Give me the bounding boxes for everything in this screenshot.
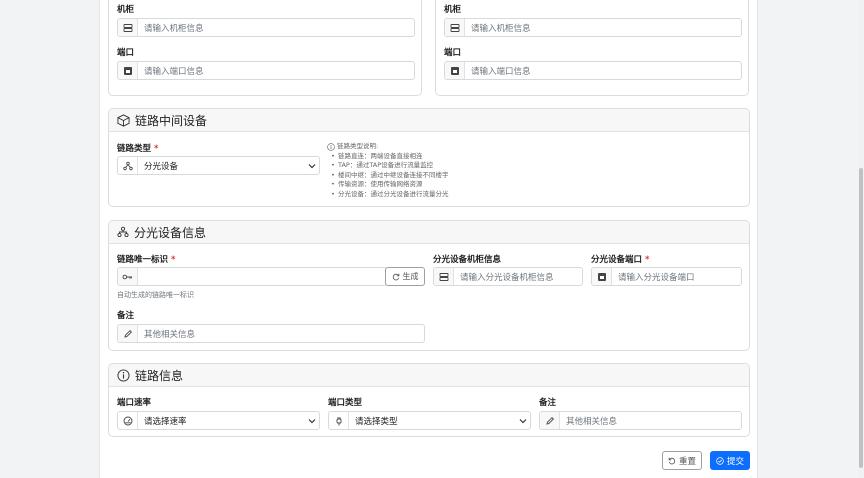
splitter-cabinet-label: 分光设备机柜信息 xyxy=(433,255,502,265)
rate-placeholder: 请选择速率 xyxy=(144,416,187,427)
server-icon xyxy=(445,19,465,36)
ethernet-icon xyxy=(118,62,138,79)
hint-item: 传输资源：使用传输网络资源 xyxy=(327,180,449,190)
required-mark: * xyxy=(171,255,176,265)
hint-item: TAP：通过TAP设备进行流量监控 xyxy=(327,161,449,171)
endpoint-a-port-input[interactable]: 请输入端口信息 xyxy=(117,61,415,80)
link-remark-input[interactable]: 其他相关信息 xyxy=(539,411,742,430)
endpoint-b-cabinet-placeholder: 请输入机柜信息 xyxy=(471,23,531,34)
hint-title-row: 链路类型说明: xyxy=(327,142,449,152)
submit-button[interactable]: 提交 xyxy=(710,451,750,470)
endpoint-b-port-label: 端口 xyxy=(444,48,462,58)
splitter-card: 分光设备信息 链路唯一标识 * 生成 自动生成的链路唯一标识 分光设备机柜信息 请… xyxy=(108,220,750,351)
key-icon xyxy=(118,268,138,285)
box-icon xyxy=(117,113,130,127)
chevron-down-icon xyxy=(516,418,530,424)
endpoint-b-port-input[interactable]: 请输入端口信息 xyxy=(444,61,742,80)
submit-label: 提交 xyxy=(726,456,744,467)
link-type-value: 分光设备 xyxy=(144,161,179,172)
splitter-cabinet-placeholder: 请输入分光设备机柜信息 xyxy=(460,272,554,283)
server-icon xyxy=(434,268,454,285)
ethernet-icon xyxy=(445,62,465,79)
uid-input[interactable] xyxy=(117,267,387,286)
splitter-remark-input[interactable]: 其他相关信息 xyxy=(117,324,425,343)
generate-label: 生成 xyxy=(402,272,419,281)
endpoint-a-cabinet-placeholder: 请输入机柜信息 xyxy=(144,23,204,34)
uid-label: 链路唯一标识 * xyxy=(117,253,175,265)
hint-item: 链路直连：两端设备直接相连 xyxy=(327,152,449,162)
endpoint-a-port-placeholder: 请输入端口信息 xyxy=(144,66,204,77)
server-icon xyxy=(118,19,138,36)
splitter-port-placeholder: 请输入分光设备端口 xyxy=(618,272,695,283)
refresh-icon xyxy=(668,457,676,464)
link-info-header: 链路信息 xyxy=(109,364,749,387)
pencil-icon xyxy=(118,325,138,342)
info-circle-icon xyxy=(327,143,335,151)
endpoint-b-card: 机柜 请输入机柜信息 端口 请输入端口信息 xyxy=(435,0,749,96)
splitter-port-label-text: 分光设备端口 xyxy=(591,255,643,265)
port-type-placeholder: 请选择类型 xyxy=(355,416,398,427)
plug-icon xyxy=(329,412,349,429)
diagram-icon xyxy=(118,157,138,174)
hint-title: 链路类型说明: xyxy=(337,142,379,150)
port-type-select[interactable]: 请选择类型 xyxy=(328,411,531,430)
endpoint-a-cabinet-label: 机柜 xyxy=(117,5,135,15)
link-info-title: 链路信息 xyxy=(135,368,184,383)
uid-help-text: 自动生成的链路唯一标识 xyxy=(117,291,194,299)
diagram-icon xyxy=(117,226,129,238)
splitter-cabinet-input[interactable]: 请输入分光设备机柜信息 xyxy=(433,267,583,286)
uid-label-text: 链路唯一标识 xyxy=(117,255,169,265)
chevron-down-icon xyxy=(305,163,319,169)
middle-device-title: 链路中间设备 xyxy=(135,113,208,128)
link-type-hint: 链路类型说明: 链路直连：两端设备直接相连 TAP：通过TAP设备进行流量监控 … xyxy=(327,142,449,200)
check-circle-icon xyxy=(716,456,724,465)
scrollbar-thumb[interactable] xyxy=(859,168,863,468)
port-type-label: 端口类型 xyxy=(328,398,363,408)
splitter-header: 分光设备信息 xyxy=(109,221,749,244)
link-remark-label: 备注 xyxy=(539,398,557,408)
rate-select[interactable]: 请选择速率 xyxy=(117,411,320,430)
rate-label: 端口速率 xyxy=(117,398,152,408)
splitter-remark-placeholder: 其他相关信息 xyxy=(144,329,196,340)
hint-list: 链路直连：两端设备直接相连 TAP：通过TAP设备进行流量监控 楼间中继：通过中… xyxy=(327,152,449,200)
required-mark: * xyxy=(645,255,650,265)
link-info-card: 链路信息 端口速率 请选择速率 端口类型 请选择类型 备注 其他相关信息 xyxy=(108,363,750,437)
splitter-remark-label: 备注 xyxy=(117,311,135,321)
splitter-port-input[interactable]: 请输入分光设备端口 xyxy=(591,267,742,286)
hint-item: 楼间中继：通过中继设备连接不同楼宇 xyxy=(327,171,449,181)
endpoint-a-cabinet-input[interactable]: 请输入机柜信息 xyxy=(117,18,415,37)
middle-device-card: 链路中间设备 链路类型* 分光设备 链路类型说明: 链路直连：两端设备直接相连 … xyxy=(108,108,750,207)
chevron-down-icon xyxy=(305,418,319,424)
scrollbar[interactable] xyxy=(858,0,864,478)
link-remark-placeholder: 其他相关信息 xyxy=(566,416,618,427)
endpoint-a-port-label: 端口 xyxy=(117,48,135,58)
link-type-select[interactable]: 分光设备 xyxy=(117,156,320,175)
endpoint-b-cabinet-label: 机柜 xyxy=(444,5,462,15)
link-type-label: 链路类型 * xyxy=(117,142,158,154)
reset-label: 重置 xyxy=(678,456,696,467)
generate-button[interactable]: 生成 xyxy=(385,267,425,286)
required-mark: * xyxy=(154,144,159,154)
form-page: 机柜 请输入机柜信息 端口 请输入端口信息 机柜 请输入机柜信息 端口 请输入端… xyxy=(99,0,758,478)
refresh-icon xyxy=(392,273,399,280)
splitter-port-label: 分光设备端口 * xyxy=(591,253,649,265)
endpoint-b-cabinet-input[interactable]: 请输入机柜信息 xyxy=(444,18,742,37)
endpoint-b-port-placeholder: 请输入端口信息 xyxy=(471,66,531,77)
link-type-label-text: 链路类型 xyxy=(117,144,152,154)
info-circle-icon xyxy=(117,368,130,382)
middle-device-header: 链路中间设备 xyxy=(109,109,749,132)
endpoint-a-card: 机柜 请输入机柜信息 端口 请输入端口信息 xyxy=(108,0,422,96)
hint-item: 分光设备：通过分光设备进行流量分光 xyxy=(327,190,449,200)
splitter-title: 分光设备信息 xyxy=(134,225,207,240)
ethernet-icon xyxy=(592,268,612,285)
pencil-icon xyxy=(540,412,560,429)
reset-button[interactable]: 重置 xyxy=(662,451,702,470)
speedometer-icon xyxy=(118,412,138,429)
